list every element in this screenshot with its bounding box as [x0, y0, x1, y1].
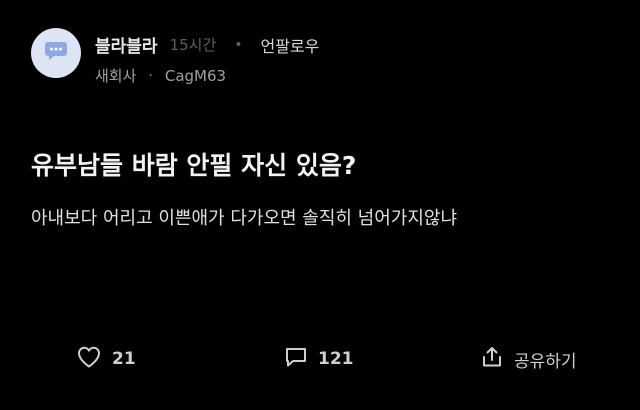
post-content: 아내보다 어리고 이쁜애가 다가오면 솔직히 넘어가지않냐	[31, 208, 458, 229]
chat-bubble-icon	[44, 40, 68, 66]
separator-dot: ·	[148, 67, 153, 84]
share-button[interactable]: 공유하기	[480, 344, 577, 374]
comment-icon	[284, 345, 308, 373]
unfollow-button[interactable]: 언팔로우	[261, 33, 320, 57]
board-name[interactable]: 블라블라	[95, 32, 158, 57]
action-bar: 21 121 공유하기	[0, 344, 640, 374]
post-title: 유부남들 바람 안필 자신 있음?	[31, 151, 357, 180]
post-header: 블라블라 15시간 • 언팔로우 새회사 · CagM63	[31, 28, 319, 86]
heart-icon	[76, 345, 102, 373]
author-nickname: CagM63	[164, 66, 227, 85]
like-button[interactable]: 21	[76, 344, 136, 374]
comment-count: 121	[318, 349, 354, 369]
author-company: 새회사	[95, 67, 137, 85]
like-count: 21	[112, 349, 136, 369]
comment-button[interactable]: 121	[284, 344, 354, 374]
post-meta: 블라블라 15시간 • 언팔로우 새회사 · CagM63	[95, 32, 319, 86]
separator-dot: •	[234, 36, 243, 53]
post-time: 15시간	[169, 36, 217, 54]
board-avatar[interactable]	[31, 28, 81, 78]
share-label: 공유하기	[514, 351, 577, 372]
share-icon	[480, 345, 504, 373]
